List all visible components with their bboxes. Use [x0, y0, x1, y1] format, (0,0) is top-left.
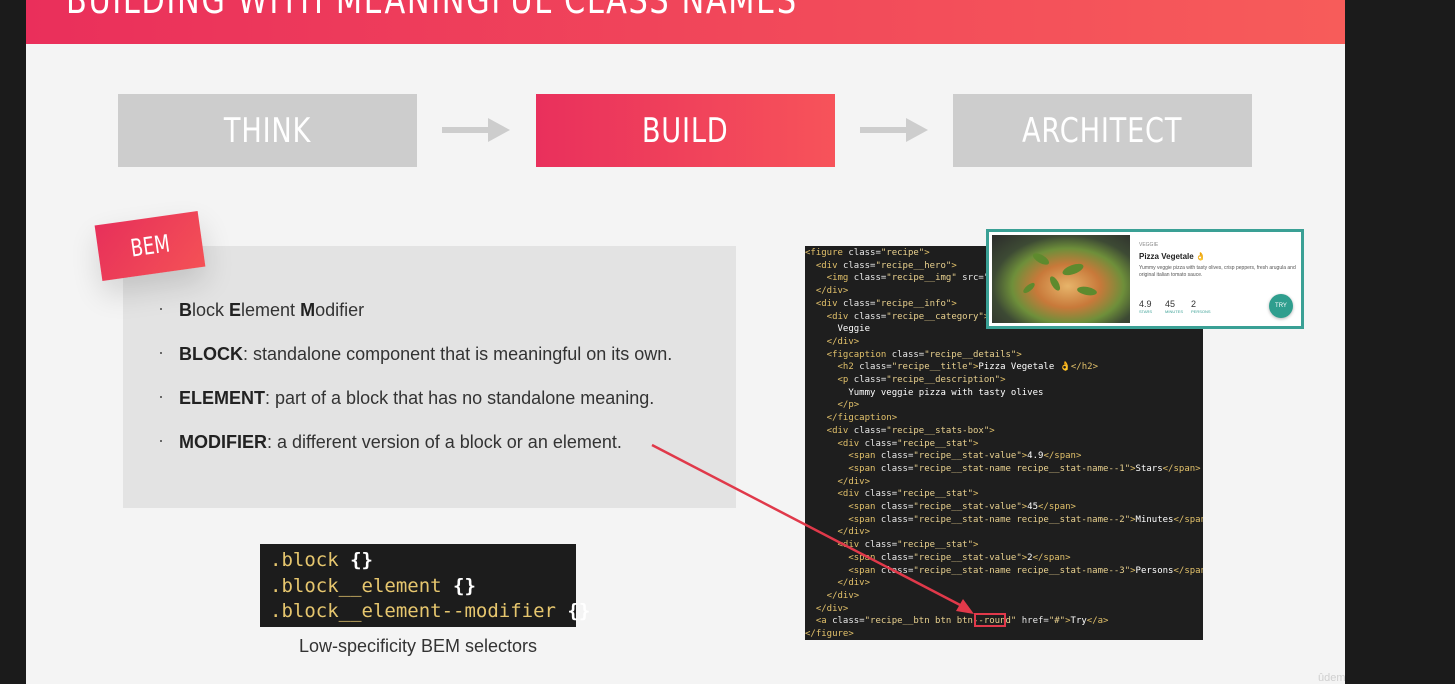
slide: BUILDING WITH MEANINGFUL CLASS NAMES THI… — [26, 0, 1345, 684]
udemy-watermark: ûdemy — [1318, 672, 1345, 684]
annotation-arrow — [651, 443, 974, 614]
